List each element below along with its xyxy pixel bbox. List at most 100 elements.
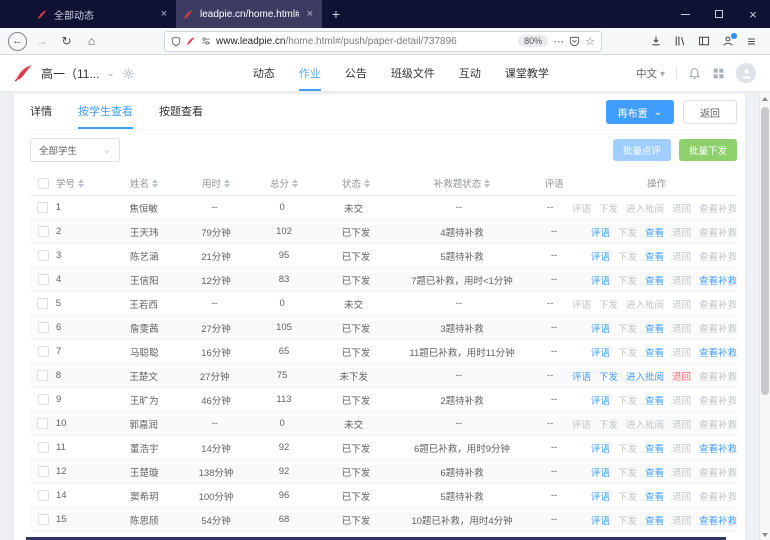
sidebar-toggle-icon[interactable] bbox=[693, 31, 714, 52]
action-link-评语[interactable]: 评语 bbox=[591, 321, 610, 335]
action-link-评语[interactable]: 评语 bbox=[591, 273, 610, 287]
row-checkbox[interactable] bbox=[37, 394, 49, 405]
action-link-查看[interactable]: 查看 bbox=[645, 249, 664, 263]
column-header-补救题状态[interactable]: 补救题状态 bbox=[392, 176, 532, 190]
sort-icon[interactable] bbox=[364, 178, 370, 188]
action-link-查看补救[interactable]: 查看补救 bbox=[699, 441, 737, 455]
select-all-checkbox[interactable] bbox=[37, 177, 49, 189]
home-button[interactable]: ⌂ bbox=[81, 31, 102, 52]
action-link-评语[interactable]: 评语 bbox=[572, 369, 591, 383]
column-header-用时[interactable]: 用时 bbox=[184, 176, 248, 190]
student-filter-select[interactable]: 全部学生 ⌄ bbox=[30, 138, 120, 162]
menu-button[interactable]: ≡ bbox=[741, 31, 762, 52]
row-checkbox[interactable] bbox=[37, 514, 49, 525]
language-selector[interactable]: 中文 ▾ bbox=[636, 66, 665, 81]
maximize-button[interactable] bbox=[702, 0, 736, 28]
column-header-学号[interactable]: 学号 bbox=[56, 176, 114, 190]
scrollbar-thumb[interactable] bbox=[761, 107, 769, 395]
tab-close-icon[interactable]: × bbox=[305, 8, 315, 20]
action-link-评语[interactable]: 评语 bbox=[591, 393, 610, 407]
bell-icon[interactable] bbox=[688, 67, 701, 80]
row-checkbox[interactable] bbox=[37, 274, 49, 285]
action-link-查看[interactable]: 查看 bbox=[645, 345, 664, 359]
nav-item-课堂教学[interactable]: 课堂教学 bbox=[505, 55, 549, 91]
action-link-查看[interactable]: 查看 bbox=[645, 393, 664, 407]
sort-icon[interactable] bbox=[484, 178, 491, 188]
batch-send-button[interactable]: 批量下发 bbox=[678, 139, 737, 161]
class-selector[interactable]: 高一（11... ⌄ bbox=[14, 55, 135, 91]
pocket-icon[interactable] bbox=[569, 36, 580, 47]
url-bar[interactable]: www.leadpie.cn/home.html#/push/paper-det… bbox=[164, 30, 602, 52]
action-link-查看补救[interactable]: 查看补救 bbox=[699, 345, 737, 359]
gear-icon[interactable] bbox=[122, 67, 135, 80]
new-tab-button[interactable]: + bbox=[322, 0, 350, 28]
downloads-button[interactable] bbox=[645, 31, 666, 52]
row-checkbox[interactable] bbox=[37, 226, 49, 237]
row-checkbox[interactable] bbox=[37, 322, 49, 333]
user-avatar[interactable] bbox=[736, 63, 756, 83]
nav-item-班级文件[interactable]: 班级文件 bbox=[391, 55, 435, 91]
action-link-查看[interactable]: 查看 bbox=[645, 225, 664, 239]
action-link-评语[interactable]: 评语 bbox=[591, 249, 610, 263]
browser-tab-leadpie[interactable]: leadpie.cn/home.html#/pus × bbox=[176, 0, 322, 28]
action-link-评语[interactable]: 评语 bbox=[591, 513, 610, 527]
action-link-评语[interactable]: 评语 bbox=[591, 345, 610, 359]
action-link-退回[interactable]: 退回 bbox=[672, 369, 691, 383]
action-link-查看[interactable]: 查看 bbox=[645, 441, 664, 455]
action-link-评语[interactable]: 评语 bbox=[591, 225, 610, 239]
action-link-查看补救[interactable]: 查看补救 bbox=[699, 273, 737, 287]
nav-item-作业[interactable]: 作业 bbox=[298, 55, 321, 91]
account-icon[interactable] bbox=[717, 31, 738, 52]
page-actions-icon[interactable]: ⋯ bbox=[553, 35, 564, 48]
row-checkbox[interactable] bbox=[37, 250, 49, 261]
column-header-总分[interactable]: 总分 bbox=[248, 176, 320, 190]
view-tab-详情[interactable]: 详情 bbox=[30, 94, 52, 129]
action-link-查看[interactable]: 查看 bbox=[645, 489, 664, 503]
reload-button[interactable]: ↻ bbox=[56, 31, 77, 52]
column-header-姓名[interactable]: 姓名 bbox=[114, 176, 184, 190]
action-link-查看[interactable]: 查看 bbox=[645, 321, 664, 335]
scroll-down-arrow[interactable] bbox=[760, 529, 770, 540]
row-checkbox[interactable] bbox=[37, 298, 49, 309]
sort-icon[interactable] bbox=[224, 178, 230, 188]
action-link-查看[interactable]: 查看 bbox=[645, 273, 664, 287]
minimize-button[interactable] bbox=[668, 0, 702, 28]
close-button[interactable]: × bbox=[736, 0, 770, 28]
action-link-评语[interactable]: 评语 bbox=[591, 441, 610, 455]
column-header-状态[interactable]: 状态 bbox=[320, 176, 392, 190]
tab-close-icon[interactable]: × bbox=[159, 8, 169, 20]
action-link-查看[interactable]: 查看 bbox=[645, 465, 664, 479]
page-scrollbar[interactable] bbox=[759, 93, 770, 540]
back-button[interactable]: ← bbox=[8, 31, 27, 51]
bookmark-star-icon[interactable]: ☆ bbox=[585, 35, 595, 48]
browser-tab-all-activity[interactable]: 全部动态 × bbox=[30, 0, 176, 28]
nav-item-互动[interactable]: 互动 bbox=[459, 55, 481, 91]
forward-button[interactable]: → bbox=[31, 31, 52, 52]
row-checkbox[interactable] bbox=[37, 370, 49, 381]
row-checkbox[interactable] bbox=[37, 346, 49, 357]
action-link-下发[interactable]: 下发 bbox=[599, 369, 618, 383]
library-icon[interactable] bbox=[669, 31, 690, 52]
return-button[interactable]: 返回 bbox=[683, 100, 737, 124]
action-link-评语[interactable]: 评语 bbox=[591, 489, 610, 503]
reassign-button[interactable]: 再布置 ⌄ bbox=[605, 100, 674, 124]
action-link-查看补救[interactable]: 查看补救 bbox=[699, 513, 737, 527]
action-link-查看[interactable]: 查看 bbox=[645, 513, 664, 527]
view-tab-按学生查看[interactable]: 按学生查看 bbox=[78, 94, 133, 129]
row-checkbox[interactable] bbox=[37, 466, 49, 477]
scroll-up-arrow[interactable] bbox=[760, 93, 770, 104]
zoom-indicator[interactable]: 80% bbox=[518, 35, 549, 47]
action-link-进入批阅[interactable]: 进入批阅 bbox=[626, 369, 664, 383]
sort-icon[interactable] bbox=[152, 178, 159, 188]
row-checkbox[interactable] bbox=[37, 202, 49, 213]
nav-item-公告[interactable]: 公告 bbox=[345, 55, 367, 91]
sort-icon[interactable] bbox=[78, 178, 85, 188]
sort-icon[interactable] bbox=[292, 178, 298, 188]
row-checkbox[interactable] bbox=[37, 418, 49, 429]
view-tab-按题查看[interactable]: 按题查看 bbox=[159, 94, 203, 129]
row-checkbox[interactable] bbox=[37, 442, 49, 453]
nav-item-动态[interactable]: 动态 bbox=[253, 55, 275, 91]
apps-grid-icon[interactable] bbox=[712, 67, 725, 80]
action-link-评语[interactable]: 评语 bbox=[591, 465, 610, 479]
permissions-icon[interactable] bbox=[201, 36, 211, 46]
